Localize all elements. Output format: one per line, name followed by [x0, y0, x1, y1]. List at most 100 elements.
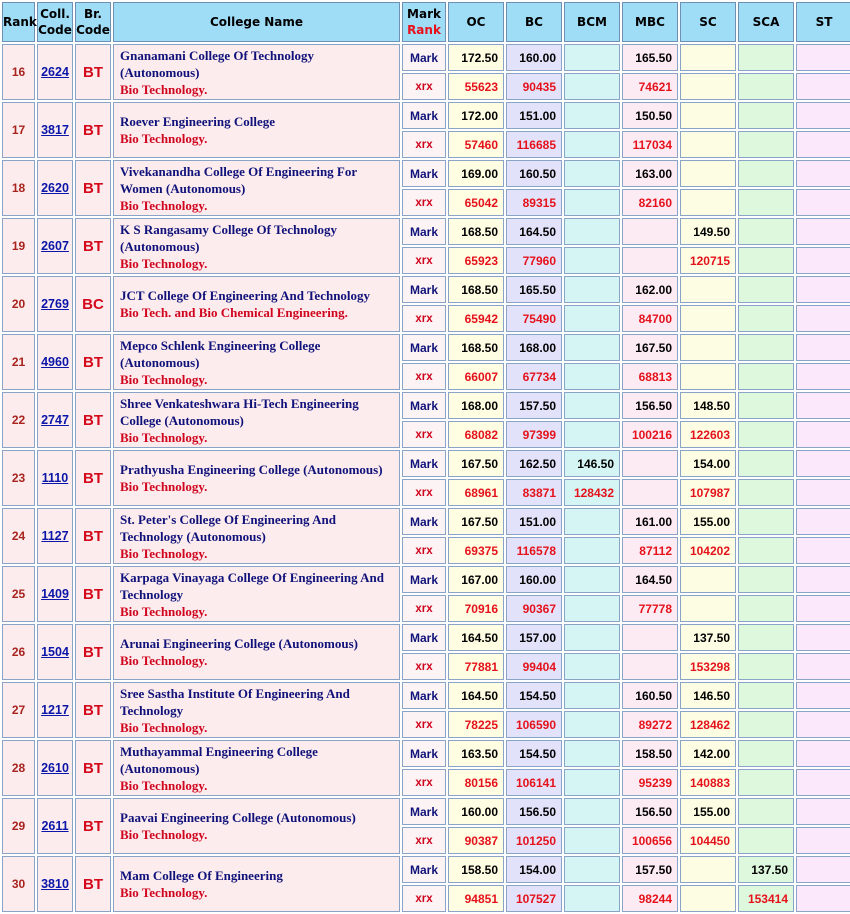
rank-cell: 30: [2, 856, 35, 912]
college-code-cell: 1504: [37, 624, 73, 680]
college-code-link[interactable]: 2747: [41, 413, 69, 427]
sc-rank-cell: [680, 189, 736, 216]
sca-mark-cell: [738, 102, 794, 129]
college-name: Vivekanandha College Of Engineering For …: [120, 163, 357, 196]
sc-mark-cell: 154.00: [680, 450, 736, 477]
branch-code-cell: BT: [75, 740, 111, 796]
college-name-header: College Name: [113, 2, 400, 42]
college-code-link[interactable]: 1127: [41, 529, 68, 543]
bc-rank-cell: 106141: [506, 769, 562, 796]
college-name: Mam College Of Engineering: [120, 868, 283, 883]
bc-mark-cell: 165.50: [506, 276, 562, 303]
oc-header: OC: [448, 2, 504, 42]
table-row-mark: 26 1504 BT Arunai Engineering College (Auto…: [2, 624, 850, 680]
college-code-link[interactable]: 4960: [41, 355, 69, 369]
sca-mark-cell: [738, 566, 794, 593]
bc-rank-cell: 90435: [506, 73, 562, 100]
rank-cell: 28: [2, 740, 35, 796]
bc-mark-cell: 168.00: [506, 334, 562, 361]
mbc-rank-cell: [622, 479, 678, 506]
st-rank-cell: [796, 595, 850, 622]
mbc-mark-cell: 157.50: [622, 856, 678, 883]
mark-label: Mark: [402, 218, 446, 245]
mark-label: Mark: [402, 44, 446, 71]
college-name-cell: St. Peter's College Of Engineering And T…: [113, 508, 400, 564]
oc-rank-cell: 65942: [448, 305, 504, 332]
rank-cell: 16: [2, 44, 35, 100]
college-code-cell: 3810: [37, 856, 73, 912]
course-name: Bio Technology.: [120, 197, 208, 213]
course-name: Bio Technology.: [120, 827, 208, 842]
branch-code-cell: BT: [75, 44, 111, 100]
college-code-link[interactable]: 2611: [41, 819, 68, 833]
college-name: St. Peter's College Of Engineering And T…: [120, 511, 336, 544]
sc-mark-cell: 148.50: [680, 392, 736, 419]
oc-rank-cell: 68961: [448, 479, 504, 506]
mbc-rank-cell: 95239: [622, 769, 678, 796]
branch-code-cell: BT: [75, 102, 111, 158]
rank-header-label: Rank: [407, 23, 441, 37]
rank-cell: 25: [2, 566, 35, 622]
bc-rank-cell: 116685: [506, 131, 562, 158]
mbc-rank-cell: 98244: [622, 885, 678, 912]
college-name-cell: JCT College Of Engineering And Technolog…: [113, 276, 400, 332]
sc-mark-cell: 155.00: [680, 798, 736, 825]
oc-rank-cell: 66007: [448, 363, 504, 390]
college-code-cell: 1110: [37, 450, 73, 506]
course-name: Bio Technology.: [120, 371, 208, 387]
bc-mark-cell: 151.00: [506, 508, 562, 535]
mbc-mark-cell: 156.50: [622, 798, 678, 825]
bc-rank-cell: 107527: [506, 885, 562, 912]
st-rank-cell: [796, 247, 850, 274]
mark-label: Mark: [402, 566, 446, 593]
college-code-cell: 2611: [37, 798, 73, 854]
branch-code-cell: BT: [75, 566, 111, 622]
college-name: Karpaga Vinayaga College Of Engineering …: [120, 569, 384, 602]
sc-mark-cell: [680, 856, 736, 883]
st-mark-cell: [796, 392, 850, 419]
course-name: Bio Technology.: [120, 885, 208, 900]
rank-label: xrx: [402, 421, 446, 448]
college-code-link[interactable]: 1110: [42, 471, 68, 485]
college-code-cell: 1127: [37, 508, 73, 564]
st-rank-cell: [796, 131, 850, 158]
st-mark-cell: [796, 334, 850, 361]
oc-rank-cell: 65042: [448, 189, 504, 216]
college-code-link[interactable]: 2610: [41, 761, 69, 775]
college-code-link[interactable]: 2624: [41, 65, 69, 79]
sca-mark-cell: 137.50: [738, 856, 794, 883]
sc-mark-cell: 149.50: [680, 218, 736, 245]
sca-rank-cell: [738, 653, 794, 680]
bc-mark-cell: 160.00: [506, 566, 562, 593]
bc-rank-cell: 116578: [506, 537, 562, 564]
college-code-link[interactable]: 1409: [41, 587, 69, 601]
college-code-cell: 2769: [37, 276, 73, 332]
sca-rank-cell: [738, 247, 794, 274]
bc-mark-cell: 162.50: [506, 450, 562, 477]
table-row-mark: 30 3810 BT Mam College Of Engineering Bio Te…: [2, 856, 850, 912]
college-code-link[interactable]: 1217: [41, 703, 69, 717]
cutoff-table: Rank Coll. Code Br. Code College Name Ma…: [0, 0, 850, 914]
sca-rank-cell: [738, 363, 794, 390]
bc-mark-cell: 157.00: [506, 624, 562, 651]
college-code-link[interactable]: 3817: [41, 123, 69, 137]
college-name-cell: Arunai Engineering College (Autonomous) B…: [113, 624, 400, 680]
sc-rank-cell: [680, 305, 736, 332]
college-code-link[interactable]: 3810: [41, 877, 69, 891]
header-row: Rank Coll. Code Br. Code College Name Ma…: [2, 2, 850, 42]
branch-code-cell: BT: [75, 450, 111, 506]
college-code-link[interactable]: 2620: [41, 181, 69, 195]
college-code-link[interactable]: 1504: [41, 645, 69, 659]
sc-rank-cell: 153298: [680, 653, 736, 680]
college-code-link[interactable]: 2607: [41, 239, 69, 253]
mbc-rank-cell: 100656: [622, 827, 678, 854]
college-name: K S Rangasamy College Of Technology (Aut…: [120, 221, 338, 254]
course-name: Bio Technology.: [120, 719, 208, 735]
table-row-mark: 23 1110 BT Prathyusha Engineering College (…: [2, 450, 850, 506]
bcm-mark-cell: [564, 798, 620, 825]
rank-label: xrx: [402, 885, 446, 912]
college-code-link[interactable]: 2769: [41, 297, 69, 311]
sc-mark-cell: [680, 44, 736, 71]
college-name: Roever Engineering College: [120, 114, 276, 129]
bc-rank-cell: 83871: [506, 479, 562, 506]
